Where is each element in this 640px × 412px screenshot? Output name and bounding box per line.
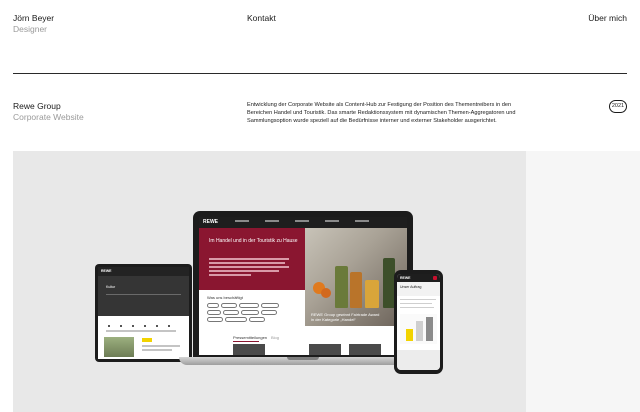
nav-link-about[interactable]: Über mich [588, 13, 627, 23]
topic-chip[interactable] [221, 303, 237, 308]
project-subtitle: Corporate Website [13, 112, 84, 122]
phone-navbar: REWE [397, 274, 440, 282]
project-info: Rewe Group Corporate Website Entwicklung… [0, 74, 640, 150]
site-owner-name[interactable]: Jörn Beyer [13, 13, 54, 23]
news-thumbnail [349, 344, 381, 355]
tablet-logo: REWE [101, 269, 112, 273]
product-bottle [350, 272, 362, 308]
tablet-dot [168, 325, 170, 327]
laptop-hero-text-line [209, 262, 285, 264]
topic-chip[interactable] [225, 317, 247, 322]
product-glass [365, 280, 379, 308]
laptop-hero-caption: REWE Group gewinnt Fairtrade Award in de… [311, 312, 380, 322]
tablet-text-line [142, 345, 180, 347]
laptop-nav-item [235, 220, 249, 222]
laptop-nav-item [355, 220, 369, 222]
product-bottle [335, 266, 348, 308]
topic-chip[interactable] [249, 317, 265, 322]
laptop-notch [287, 357, 319, 360]
phone-text-line [400, 303, 432, 305]
phone-menu-icon [433, 276, 437, 280]
tablet-dot [108, 325, 110, 327]
news-thumbnail [309, 344, 341, 355]
tablet-dot [132, 325, 134, 327]
news-thumbnail [233, 344, 265, 355]
laptop-navbar: REWE [199, 217, 407, 228]
laptop-hero-text-line [209, 258, 289, 260]
project-title: Rewe Group [13, 101, 61, 111]
topic-chip[interactable] [223, 310, 239, 315]
phone-logo: REWE [400, 275, 411, 280]
laptop-tab-blog[interactable]: Blog [271, 335, 279, 340]
laptop-news-section: Pressemitteilungen Blog [199, 326, 407, 355]
phone-footer [397, 350, 440, 370]
topic-chip[interactable] [261, 310, 277, 315]
laptop-nav-item [325, 220, 339, 222]
laptop-mockup: REWE Im Handel und in der Touristik zu H… [179, 211, 427, 367]
laptop-tab-press[interactable]: Pressemitteilungen [233, 335, 267, 340]
laptop-hero-text-line [209, 274, 251, 276]
laptop-logo: REWE [203, 219, 218, 225]
laptop-hero-panel: Im Handel und in der Touristik zu Hause [199, 228, 305, 290]
tablet-dot [156, 325, 158, 327]
laptop-nav-item [295, 220, 309, 222]
laptop-topics-label: Was uns beschäftigt [207, 295, 243, 300]
orange-fruit [321, 288, 331, 298]
laptop-hero-photo: REWE Group gewinnt Fairtrade Award in de… [305, 228, 407, 326]
laptop-lid: REWE Im Handel und in der Touristik zu H… [193, 211, 413, 357]
topic-chip[interactable] [239, 303, 259, 308]
topic-chip[interactable] [207, 317, 223, 322]
topic-chip[interactable] [207, 303, 219, 308]
phone-mockup: REWE Unser Auftrag [394, 270, 443, 374]
site-owner-role: Designer [13, 24, 48, 34]
phone-screen: REWE Unser Auftrag [397, 274, 440, 370]
laptop-hero-title: Im Handel und in der Touristik zu Hause [209, 238, 298, 244]
tablet-hero-title: Kultur [106, 285, 116, 289]
site-header: Jörn Beyer Designer Kontakt Über mich [0, 0, 640, 74]
project-showcase-image: REWE Kultur REWE Im Handel und in der To… [13, 151, 526, 412]
phone-title: Unser Auftrag [400, 285, 422, 289]
laptop-tab-indicator [233, 341, 259, 342]
tablet-mockup: REWE Kultur [95, 264, 192, 362]
topic-chip[interactable] [241, 310, 259, 315]
tablet-dot [120, 325, 122, 327]
phone-header: Unser Auftrag [397, 282, 440, 296]
tablet-dot [144, 325, 146, 327]
tablet-separator [106, 294, 181, 295]
nav-link-kontakt[interactable]: Kontakt [247, 13, 276, 23]
laptop-nav-item [265, 220, 279, 222]
tablet-navbar: REWE [98, 267, 189, 276]
phone-text-line [400, 307, 434, 309]
phone-chart [400, 314, 437, 344]
topic-chip[interactable] [261, 303, 279, 308]
tablet-screen: REWE Kultur [98, 267, 189, 359]
tablet-image [104, 337, 134, 357]
tablet-text-line [142, 349, 172, 351]
gallery-next-panel [526, 151, 640, 412]
project-description: Entwicklung der Corporate Website als Co… [247, 102, 516, 124]
laptop-hero-text-line [209, 270, 279, 272]
tablet-hero: Kultur [98, 276, 189, 316]
tablet-text-line [106, 330, 176, 332]
project-year-badge: 2021 [609, 100, 627, 113]
phone-chart-bar [426, 317, 433, 341]
phone-chart-bar [416, 321, 423, 341]
topic-chip[interactable] [207, 310, 221, 315]
tablet-highlight [142, 338, 152, 342]
phone-text-line [400, 299, 436, 301]
laptop-hero-text-line [209, 266, 289, 268]
phone-chart-bar [406, 329, 413, 341]
laptop-screen: REWE Im Handel und in der Touristik zu H… [199, 217, 407, 355]
laptop-topics-panel: Was uns beschäftigt [199, 290, 305, 326]
